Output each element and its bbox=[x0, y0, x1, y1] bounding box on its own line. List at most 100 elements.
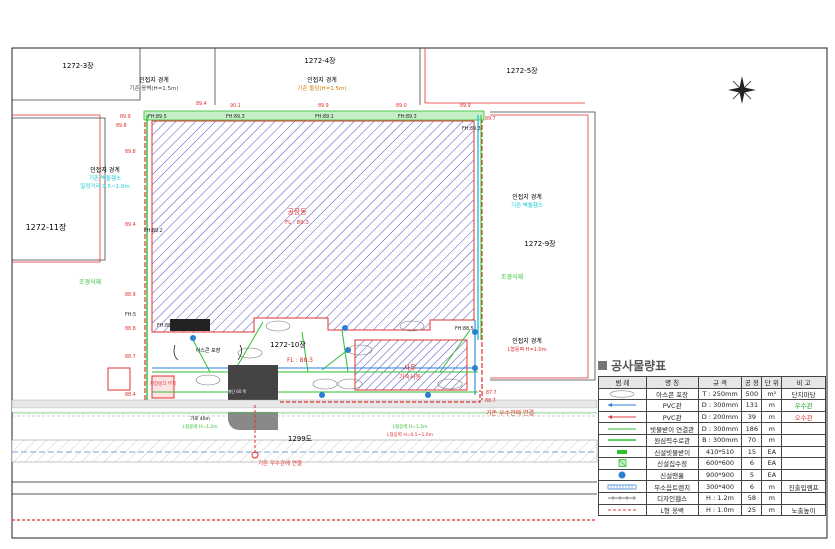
north-arrow-icon bbox=[728, 76, 756, 104]
fh-left-low: FH:88.8 bbox=[157, 323, 176, 329]
office-label: 사무 bbox=[404, 363, 417, 372]
item-unit: m bbox=[761, 480, 783, 493]
header-note: 비 고 bbox=[781, 376, 826, 389]
fh-right-low: FH:88.5 bbox=[455, 326, 474, 332]
quantity-row: 무소음트렌치 300*400 6 m 진출입램프 bbox=[598, 480, 826, 493]
green-box-icon bbox=[598, 457, 647, 470]
quantity-row: 신설집수정 600*600 6 EA bbox=[598, 457, 826, 470]
item-name: 디자인휀스 bbox=[645, 491, 699, 505]
landscape-band-top bbox=[143, 110, 485, 121]
elev-5: 89.0 bbox=[396, 103, 407, 109]
elev-9: 89.8 bbox=[125, 149, 136, 155]
green-bar-icon bbox=[598, 445, 647, 459]
factory-label: 공장동 bbox=[287, 207, 307, 216]
item-name: 빗물받이 연결관 bbox=[645, 422, 699, 435]
boundary-right-sub: 기존 벽돌휀스 bbox=[511, 201, 543, 209]
fh-top-right: FH:89.3 bbox=[462, 126, 481, 132]
red-dash-icon bbox=[598, 503, 647, 517]
item-note bbox=[781, 422, 826, 435]
boundary-right-title: 인접지 경계 bbox=[512, 193, 542, 201]
elev-13: 88.7 bbox=[125, 354, 136, 360]
quantity-header-row: 범 례 명 칭 규 격 공 정 단 위 비 고 bbox=[598, 376, 826, 389]
green-line2-icon bbox=[598, 433, 647, 447]
gate-right-note2: L형옹벽 H=0.5~1.0m bbox=[387, 431, 433, 438]
header-qty: 공 정 bbox=[741, 376, 763, 389]
item-qty: 58 bbox=[741, 491, 763, 505]
item-unit: EA bbox=[761, 457, 783, 470]
item-unit: m bbox=[761, 433, 783, 447]
item-spec: H : 1.2m bbox=[697, 491, 743, 505]
elev-16: 88.7 bbox=[485, 398, 496, 404]
boundary-top-center-title: 인접지 경계 bbox=[307, 76, 337, 84]
quantity-table: 범 례 명 칭 규 격 공 정 단 위 비 고 아스콘 포장 T : 250mm 5… bbox=[598, 376, 826, 517]
quantity-row: PVC관 D : 300mm 131 m 우수관 bbox=[598, 399, 826, 412]
boundary-left-title: 인접지 경계 bbox=[90, 166, 120, 174]
item-spec: 410*510 bbox=[697, 445, 743, 459]
stair-note: 계단 60 폭 bbox=[228, 388, 247, 394]
fh-left-bottom: FH:5 bbox=[125, 312, 136, 318]
pvc-blue-icon bbox=[598, 399, 647, 412]
quantity-title-text: 공사물량표 bbox=[611, 359, 667, 373]
item-qty: 5 bbox=[741, 468, 763, 482]
lot-label-5: 1272-5장 bbox=[506, 66, 538, 75]
item-note bbox=[781, 433, 826, 447]
header-name: 명 칭 bbox=[645, 376, 699, 389]
item-spec: D : 200mm bbox=[697, 410, 743, 424]
quantity-row: PVC관 D : 200mm 39 m 오수관 bbox=[598, 410, 826, 424]
lot-label-3: 1272-3장 bbox=[62, 61, 94, 70]
landscape-right-label: 조경식재 bbox=[501, 273, 523, 281]
fh-top-2: FH:89.3 bbox=[226, 114, 245, 120]
item-unit: EA bbox=[761, 445, 783, 459]
item-qty: 6 bbox=[741, 457, 763, 470]
elev-14: 88.4 bbox=[125, 392, 136, 398]
item-note: 우수관 bbox=[781, 399, 826, 412]
header-spec: 규 격 bbox=[697, 376, 743, 389]
boundary-top-left-sub: 기존 옹벽(H=1.5m) bbox=[129, 84, 178, 92]
item-name: 신설빗물받이 bbox=[645, 445, 699, 459]
item-spec: D : 300mm bbox=[697, 422, 743, 435]
ascon-label: 아스콘 포장 bbox=[196, 347, 221, 354]
fh-top-3: FH:89.1 bbox=[315, 114, 334, 120]
elev-6: 89.9 bbox=[460, 103, 471, 109]
item-name: L형 옹벽 bbox=[645, 503, 699, 517]
fh-left-mid: FH:89.2 bbox=[144, 228, 163, 234]
item-note: 오수관 bbox=[781, 410, 826, 424]
item-qty: 186 bbox=[741, 422, 763, 435]
factory-fl: FL : 89.3 bbox=[285, 220, 309, 226]
elev-11: 88.9 bbox=[125, 292, 136, 298]
boundary-top-left-title: 인접지 경계 bbox=[139, 76, 169, 84]
quantity-title: 공사물량표 bbox=[598, 357, 666, 374]
item-spec: 900*900 bbox=[697, 468, 743, 482]
drain-connect-label: 기존 우수관에 연결 bbox=[486, 409, 534, 417]
boundary-left-sub1: 기존 벽돌휀스 bbox=[89, 174, 121, 182]
item-note: 노출높이 bbox=[781, 503, 826, 517]
storage-box bbox=[151, 375, 175, 399]
item-unit: m bbox=[761, 410, 783, 424]
elev-12: 88.8 bbox=[125, 326, 136, 332]
elev-8: 89.8 bbox=[116, 123, 127, 129]
site-fl: FL : 88.3 bbox=[287, 357, 313, 364]
dark-block bbox=[170, 319, 210, 331]
elev-15: 87.7 bbox=[486, 390, 497, 396]
item-note bbox=[781, 491, 826, 505]
fence-icon bbox=[598, 491, 647, 505]
elev-3: 90.1 bbox=[230, 103, 241, 109]
fh-top-left: FH:89.5 bbox=[148, 114, 167, 120]
elev-7: 89.7 bbox=[485, 116, 496, 122]
green-line-icon bbox=[598, 422, 647, 435]
item-qty: 39 bbox=[741, 410, 763, 424]
quantity-row: 아스콘 포장 T : 250mm 500 m² 단지마당 bbox=[598, 387, 826, 401]
title-square-icon bbox=[598, 361, 607, 370]
factory-building bbox=[151, 120, 475, 333]
neighbor-small-box bbox=[107, 367, 131, 391]
header-legend: 범 례 bbox=[598, 376, 647, 389]
blue-circle-icon bbox=[598, 468, 647, 482]
site-plan-drawing: 1272-3장 1272-4장 1272-5장 1272-11장 1272-9장… bbox=[0, 0, 835, 545]
quantity-row: 원심력수로관 B : 300mm 70 m bbox=[598, 433, 826, 447]
header-unit: 단 위 bbox=[761, 376, 783, 389]
item-name: PVC관 bbox=[645, 410, 699, 424]
elev-4: 89.9 bbox=[318, 103, 329, 109]
item-name: 원심력수로관 bbox=[645, 433, 699, 447]
item-spec: B : 300mm bbox=[697, 433, 743, 447]
item-name: 무소음트렌치 bbox=[645, 480, 699, 493]
